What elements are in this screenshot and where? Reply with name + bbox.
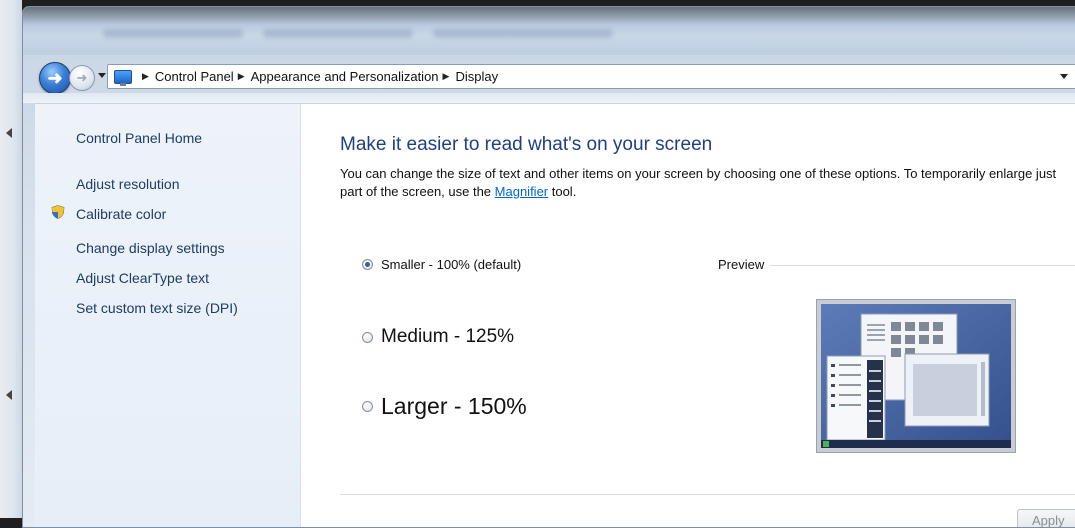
preview-image: [816, 299, 1016, 453]
breadcrumb-separator-icon[interactable]: ▶: [443, 71, 450, 82]
content-area: Control Panel Home Adjust resolution Cal…: [35, 103, 1075, 527]
apply-button[interactable]: Apply: [1017, 509, 1075, 527]
address-dropdown-icon[interactable]: [1060, 74, 1068, 79]
shield-icon: [51, 205, 65, 219]
collapse-arrow-icon: [6, 128, 12, 138]
breadcrumb-separator-icon[interactable]: ▶: [238, 71, 245, 82]
preview-label: Preview: [718, 257, 771, 272]
breadcrumb-appearance[interactable]: Appearance and Personalization: [251, 69, 439, 84]
page-title: Make it easier to read what's on your sc…: [340, 134, 713, 155]
sidebar-item-change-display-settings[interactable]: Change display settings: [76, 240, 225, 256]
sidebar-item-control-panel-home[interactable]: Control Panel Home: [76, 130, 202, 146]
history-dropdown-icon[interactable]: [98, 73, 106, 78]
control-panel-icon: [114, 69, 132, 86]
sidebar-item-adjust-cleartype[interactable]: Adjust ClearType text: [76, 270, 209, 286]
breadcrumb-display[interactable]: Display: [455, 69, 498, 84]
preview-divider: [720, 265, 1075, 266]
sidebar-item-adjust-resolution[interactable]: Adjust resolution: [76, 176, 180, 192]
radio-medium[interactable]: [362, 331, 373, 343]
page-description: You can change the size of text and othe…: [340, 166, 1057, 199]
control-panel-window: ➜ ➜ ▶ Control Panel ▶ Appearance and Per…: [22, 6, 1075, 528]
sidebar-item-calibrate-color[interactable]: Calibrate color: [76, 206, 166, 222]
magnifier-link[interactable]: Magnifier: [495, 184, 548, 199]
desktop-edge: [0, 0, 22, 518]
breadcrumb-separator-icon[interactable]: ▶: [142, 71, 149, 82]
preview-desktop-illustration: [821, 304, 1011, 448]
breadcrumb: ▶ Control Panel ▶ Appearance and Persona…: [138, 69, 498, 84]
collapse-arrow-icon: [6, 390, 12, 400]
back-button[interactable]: ➜: [39, 62, 71, 94]
radio-smaller[interactable]: [362, 259, 373, 270]
title-bar: [23, 7, 1075, 55]
option-medium[interactable]: Medium - 125%: [362, 326, 514, 348]
option-larger[interactable]: Larger - 150%: [362, 393, 527, 420]
forward-button[interactable]: ➜: [69, 65, 95, 91]
sidebar-item-custom-dpi[interactable]: Set custom text size (DPI): [76, 300, 238, 316]
radio-larger[interactable]: [362, 401, 373, 412]
main-panel: Make it easier to read what's on your sc…: [300, 104, 1075, 527]
option-smaller[interactable]: Smaller - 100% (default): [362, 257, 521, 272]
bottom-divider: [340, 494, 1075, 495]
toolbar: [23, 93, 1075, 103]
breadcrumb-control-panel[interactable]: Control Panel: [155, 69, 234, 84]
address-bar[interactable]: ▶ Control Panel ▶ Appearance and Persona…: [107, 64, 1075, 89]
sidebar: Control Panel Home Adjust resolution Cal…: [35, 104, 301, 527]
